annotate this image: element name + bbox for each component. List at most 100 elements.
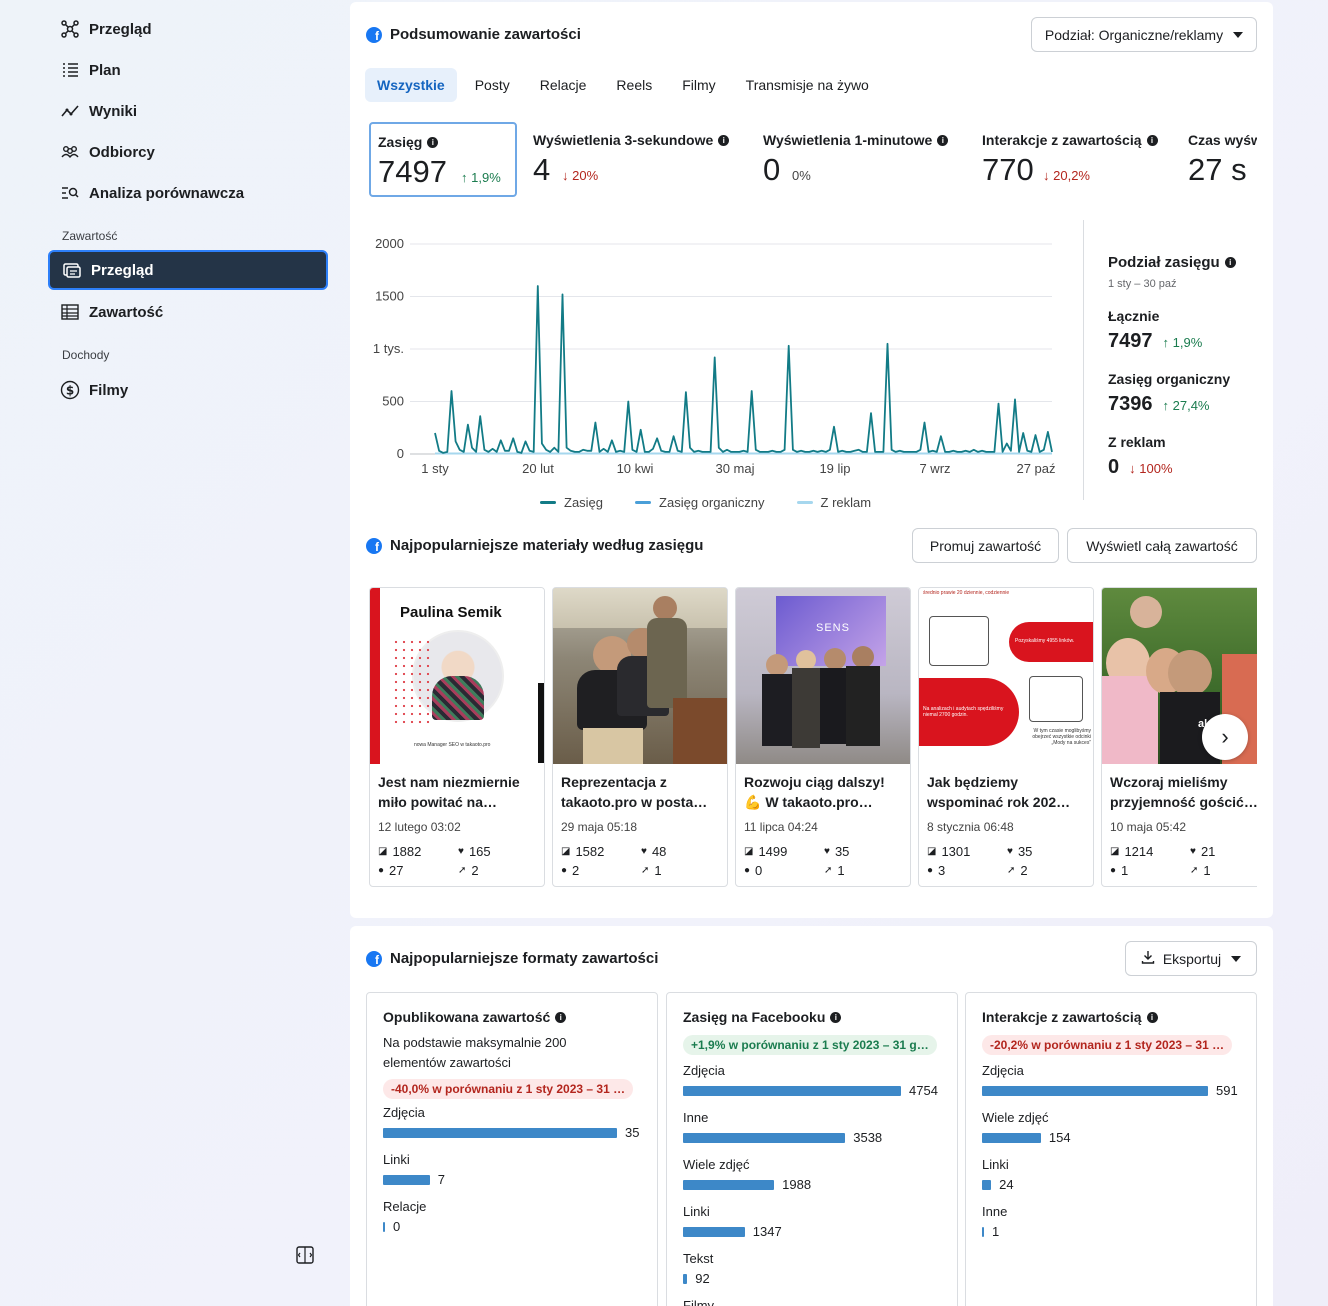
legend-reach[interactable]: Zasięg (540, 495, 603, 510)
content-card-date: 10 maja 05:42 (1110, 820, 1187, 834)
format-bar-row[interactable]: Linki 7 (383, 1152, 643, 1192)
x-tick-label: 10 kwi (617, 461, 654, 476)
reach-stat-icon: ◪ (927, 846, 937, 857)
content-card-title: Wczoraj mieliśmy przyjemność gościć… (1110, 774, 1257, 810)
content-card[interactable]: średnio prawie 20 dziennie, codziennie P… (918, 587, 1094, 887)
tab-live[interactable]: Transmisje na żywo (734, 68, 881, 102)
content-card[interactable]: Paulina Semik nowa Manager SEO w takaoto… (369, 587, 545, 887)
tab-all[interactable]: Wszystkie (365, 68, 457, 102)
reach-stat-icon: ◪ (561, 846, 571, 857)
format-bar-label: Wiele zdjęć (683, 1157, 750, 1172)
collapse-sidebar-icon[interactable] (295, 1245, 315, 1265)
formats-title: Najpopularniejsze formaty zawartości (390, 950, 659, 967)
comments-stat-value: 3 (938, 863, 946, 878)
nav-benchmark[interactable]: Analiza porównawcza (48, 173, 328, 213)
format-bar-row[interactable]: Linki 24 (982, 1157, 1242, 1197)
chevron-down-icon (1233, 31, 1244, 38)
content-card-date: 29 maja 05:18 (561, 820, 638, 834)
reach-total-value: 7497 (1108, 330, 1153, 352)
comments-stat-value: 27 (389, 863, 404, 878)
format-bar-label: Relacje (383, 1199, 427, 1214)
shares-stat-value: 2 (1020, 863, 1028, 878)
metric-watch-time[interactable]: Czas wyśw 27 s (1181, 122, 1257, 197)
legend-ads[interactable]: Z reklam (796, 495, 871, 510)
metric-watch-time-value: 27 s (1188, 152, 1247, 187)
format-bar-row[interactable]: Filmy (683, 1298, 943, 1306)
y-tick-label: 2000 (375, 236, 404, 251)
export-label: Eksportuj (1162, 950, 1222, 967)
share-icon: ➚ (641, 865, 650, 876)
shares-stat: ➚ 2 (1007, 863, 1028, 878)
reach-stat: ◪ 1882 (378, 844, 421, 859)
tab-videos[interactable]: Filmy (670, 68, 727, 102)
format-bar (982, 1132, 1041, 1143)
content-card[interactable]: SENS Rozwoju ciąg dalszy! 💪 W takaoto.pr… (735, 587, 911, 887)
x-tick-label: 30 maj (715, 461, 754, 476)
nav-plan[interactable]: Plan (48, 50, 328, 90)
export-button[interactable]: Eksportuj (1125, 941, 1257, 976)
format-bar-row[interactable]: Wiele zdjęć 1988 (683, 1157, 943, 1197)
reach-stat-icon: ◪ (378, 846, 388, 857)
published-content-card: Opublikowana zawartość i Na podstawie mak… (366, 992, 658, 1306)
comment-icon: ● (1110, 865, 1117, 876)
metric-1m-views[interactable]: Wyświetlenia 1-minutowe i 0 0% (756, 122, 966, 197)
nav-content-overview[interactable]: Przegląd (48, 250, 328, 290)
reach-total-delta-text: 1,9% (1172, 335, 1203, 350)
format-bar-row[interactable]: Inne 1 (982, 1204, 1242, 1244)
format-bar-row[interactable]: Inne 3538 (683, 1110, 943, 1150)
format-bar-label: Zdjęcia (683, 1063, 725, 1078)
tab-stories[interactable]: Relacje (528, 68, 599, 102)
carousel-next-button[interactable]: › (1202, 714, 1248, 760)
interactions-title: Interakcje z zawartością (982, 1009, 1142, 1025)
format-bar-row[interactable]: Relacje 0 (383, 1199, 643, 1239)
metric-1m-delta: 0% (792, 168, 811, 183)
reach-stat-value: 1301 (941, 844, 971, 859)
tab-reels[interactable]: Reels (604, 68, 664, 102)
reach-ads-value: 0 (1108, 456, 1120, 478)
format-bar-value: 1347 (752, 1224, 782, 1239)
format-bar-row[interactable]: Zdjęcia 591 (982, 1063, 1242, 1103)
format-bar-line: 1988 (683, 1177, 811, 1192)
gallery-icon (62, 260, 82, 280)
tab-posts[interactable]: Posty (463, 68, 522, 102)
nav-videos-income[interactable]: $ Filmy (48, 370, 328, 410)
compare-icon (60, 183, 80, 203)
promote-content-button[interactable]: Promuj zawartość (912, 528, 1059, 563)
format-bar-line: 0 (383, 1219, 400, 1234)
reach-stat-value: 1582 (575, 844, 605, 859)
nav-plan-label: Plan (89, 61, 121, 79)
format-bar-row[interactable]: Tekst 92 (683, 1251, 943, 1291)
reach-split-panel: Podział zasięgu i 1 sty – 30 paź Łącznie … (1108, 254, 1268, 479)
likes-stat: ♥ 48 (641, 844, 666, 859)
nav-content-overview-label: Przegląd (91, 261, 154, 279)
nav-audience[interactable]: Odbiorcy (48, 132, 328, 172)
content-card[interactable]: Reprezentacja z takaoto.pro w posta… 29 … (552, 587, 728, 887)
legend-organic[interactable]: Zasięg organiczny (635, 495, 765, 510)
interactions-card: Interakcje z zawartością i -20,2% w porów… (965, 992, 1257, 1306)
format-bar (383, 1127, 617, 1138)
format-bar-row[interactable]: Linki 1347 (683, 1204, 943, 1244)
metric-interactions[interactable]: Interakcje z zawartością i 770 ↓ 20,2% (975, 122, 1175, 197)
thumb-caption: nowa Manager SEO w takaoto.pro (414, 742, 491, 748)
format-bar-line: 154 (982, 1130, 1071, 1145)
format-bar-row[interactable]: Zdjęcia 35 (383, 1105, 643, 1145)
nav-videos-income-label: Filmy (89, 381, 129, 399)
y-tick-label: 1500 (375, 289, 404, 304)
top-formats-panel: f Najpopularniejsze formaty zawartości E… (350, 926, 1273, 1306)
split-dropdown[interactable]: Podział: Organiczne/reklamy (1031, 17, 1257, 52)
nav-content-list[interactable]: Zawartość (48, 292, 328, 332)
metric-3s-views[interactable]: Wyświetlenia 3-sekundowe i 4 ↓ 20% (526, 122, 746, 197)
metric-reach[interactable]: Zasięg i 7497 ↑ 1,9% (369, 122, 517, 197)
dollar-icon: $ (60, 380, 80, 400)
shares-stat: ➚ 1 (824, 863, 845, 878)
content-card-date: 12 lutego 03:02 (378, 820, 461, 834)
split-dropdown-label: Podział: Organiczne/reklamy (1044, 26, 1224, 43)
view-all-content-button[interactable]: Wyświetl całą zawartość (1067, 528, 1257, 563)
nav-results[interactable]: Wyniki (48, 91, 328, 131)
format-bar-row[interactable]: Wiele zdjęć 154 (982, 1110, 1242, 1150)
format-bar (683, 1273, 688, 1284)
format-bar-row[interactable]: Zdjęcia 4754 (683, 1063, 943, 1103)
nav-benchmark-label: Analiza porównawcza (89, 184, 245, 202)
formats-header: f Najpopularniejsze formaty zawartości (366, 950, 658, 967)
nav-overview[interactable]: Przegląd (48, 9, 328, 49)
